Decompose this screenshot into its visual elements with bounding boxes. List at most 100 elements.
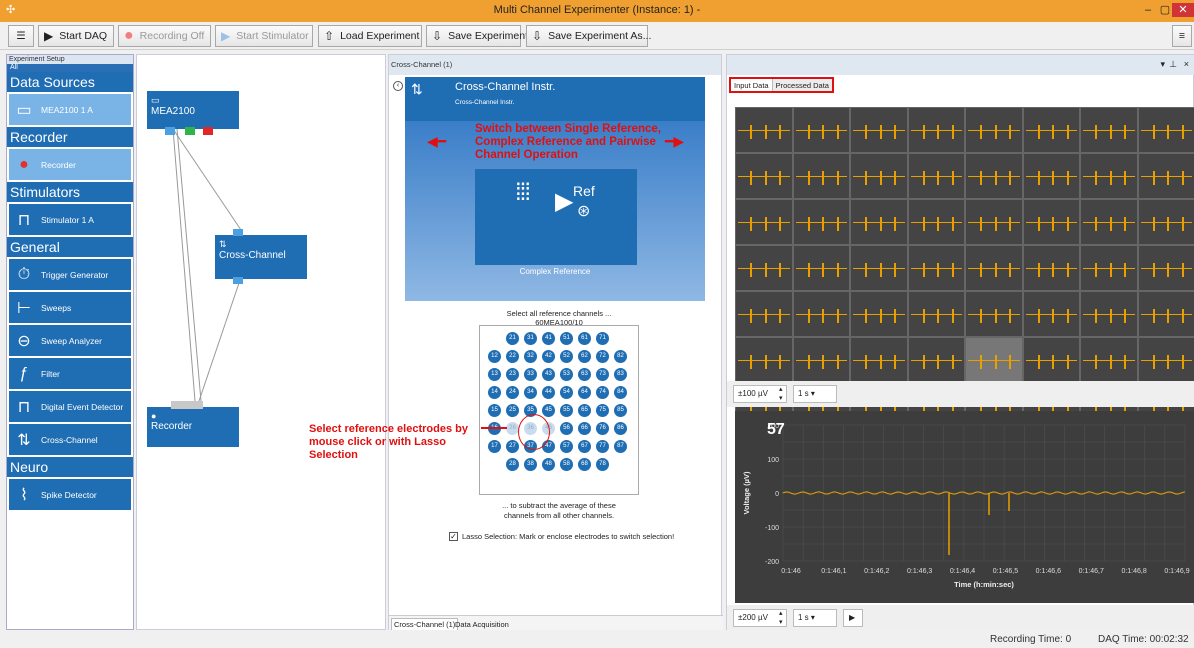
channel-cell[interactable]: [792, 199, 850, 245]
electrode-22[interactable]: 22: [506, 350, 519, 363]
options-button[interactable]: ≡: [1172, 25, 1192, 47]
electrode-38[interactable]: 38: [524, 458, 537, 471]
electrode-57[interactable]: 57: [560, 440, 573, 453]
channel-cell[interactable]: [1137, 107, 1194, 153]
electrode-66[interactable]: 66: [578, 422, 591, 435]
electrode-61[interactable]: 61: [578, 332, 591, 345]
electrode-82[interactable]: 82: [614, 350, 627, 363]
electrode-67[interactable]: 67: [578, 440, 591, 453]
electrode-13[interactable]: 13: [488, 368, 501, 381]
spinner-icon[interactable]: ▴ ▾: [779, 385, 783, 403]
time-top-select[interactable]: 1 s ▾: [793, 385, 837, 403]
channel-cell[interactable]: [907, 153, 965, 199]
electrode-42[interactable]: 42: [542, 350, 555, 363]
play-button[interactable]: ▶: [843, 609, 863, 627]
channel-cell[interactable]: [850, 337, 908, 383]
lasso-checkbox[interactable]: ✓ Lasso Selection: Mark or enclose elect…: [449, 532, 719, 541]
electrode-53[interactable]: 53: [560, 368, 573, 381]
electrode-78[interactable]: 78: [596, 458, 609, 471]
channel-cell[interactable]: [965, 291, 1023, 337]
channel-cell[interactable]: [850, 107, 908, 153]
load-experiment-button[interactable]: ⇧ Load Experiment: [318, 25, 422, 47]
electrode-64[interactable]: 64: [578, 386, 591, 399]
channel-cell[interactable]: [1137, 199, 1194, 245]
electrode-84[interactable]: 84: [614, 386, 627, 399]
channel-cell[interactable]: [1022, 107, 1080, 153]
start-stimulator-button[interactable]: ▶ Start Stimulator: [215, 25, 313, 47]
electrode-87[interactable]: 87: [614, 440, 627, 453]
channel-cell[interactable]: [907, 199, 965, 245]
tab-data-acquisition[interactable]: Data Acquisition: [453, 619, 511, 630]
channel-cell[interactable]: [907, 337, 965, 383]
item-stimulator[interactable]: ⊓ Stimulator 1 A: [9, 204, 131, 235]
channel-cell[interactable]: [850, 291, 908, 337]
maximize-icon[interactable]: ▢: [1157, 3, 1173, 17]
electrode-54[interactable]: 54: [560, 386, 573, 399]
channel-cell[interactable]: [792, 107, 850, 153]
electrode-52[interactable]: 52: [560, 350, 573, 363]
channel-cell[interactable]: [735, 153, 793, 199]
recorder-input[interactable]: [171, 401, 203, 409]
minimize-icon[interactable]: –: [1140, 3, 1156, 17]
electrode-72[interactable]: 72: [596, 350, 609, 363]
reference-mode-graphic[interactable]: Switch between Single Reference, Complex…: [405, 121, 705, 301]
electrode-58[interactable]: 58: [560, 458, 573, 471]
dropdown-icon[interactable]: ▾: [1160, 59, 1165, 70]
electrode-34[interactable]: 34: [524, 386, 537, 399]
channel-cell[interactable]: [1080, 199, 1138, 245]
channel-cell[interactable]: [965, 153, 1023, 199]
electrode-56[interactable]: 56: [560, 422, 573, 435]
item-sweeps[interactable]: ⊢ Sweeps: [9, 292, 131, 323]
electrode-76[interactable]: 76: [596, 422, 609, 435]
filter-all[interactable]: All: [7, 64, 133, 72]
channel-cell[interactable]: [1080, 153, 1138, 199]
electrode-83[interactable]: 83: [614, 368, 627, 381]
electrode-14[interactable]: 14: [488, 386, 501, 399]
channel-cell[interactable]: [850, 199, 908, 245]
electrode-51[interactable]: 51: [560, 332, 573, 345]
port-data[interactable]: [165, 127, 175, 135]
channel-cell[interactable]: [792, 245, 850, 291]
electrode-41[interactable]: 41: [542, 332, 555, 345]
electrode-55[interactable]: 55: [560, 404, 573, 417]
channel-cell[interactable]: [1022, 245, 1080, 291]
close-icon[interactable]: ✕: [1172, 3, 1194, 17]
item-cross-channel[interactable]: ⇅ Cross-Channel: [9, 424, 131, 455]
channel-cell[interactable]: [965, 107, 1023, 153]
channel-cell[interactable]: [850, 153, 908, 199]
electrode-86[interactable]: 86: [614, 422, 627, 435]
channel-cell[interactable]: [1022, 291, 1080, 337]
channel-cell[interactable]: [1137, 337, 1194, 383]
electrode-43[interactable]: 43: [542, 368, 555, 381]
item-mea2100[interactable]: ▭ MEA2100 1 A: [9, 94, 131, 125]
channel-cell[interactable]: [850, 245, 908, 291]
channel-cell[interactable]: [1137, 291, 1194, 337]
node-mea2100[interactable]: ▭ MEA2100: [147, 91, 239, 129]
electrode-21[interactable]: 21: [506, 332, 519, 345]
electrode-27[interactable]: 27: [506, 440, 519, 453]
node-cross-channel[interactable]: ⇅ Cross-Channel: [215, 235, 307, 279]
channel-cell[interactable]: [792, 291, 850, 337]
electrode-74[interactable]: 74: [596, 386, 609, 399]
electrode-33[interactable]: 33: [524, 368, 537, 381]
electrode-68[interactable]: 68: [578, 458, 591, 471]
channel-cell[interactable]: [1080, 107, 1138, 153]
electrode-28[interactable]: 28: [506, 458, 519, 471]
channel-cell[interactable]: [1080, 337, 1138, 383]
channel-cell[interactable]: [965, 199, 1023, 245]
channel-cell[interactable]: [965, 245, 1023, 291]
electrode-62[interactable]: 62: [578, 350, 591, 363]
channel-cell[interactable]: [1137, 153, 1194, 199]
electrode-71[interactable]: 71: [596, 332, 609, 345]
item-digital-event-detector[interactable]: ⊓ Digital Event Detector: [9, 391, 131, 422]
channel-cell[interactable]: [1080, 245, 1138, 291]
item-sweep-analyzer[interactable]: ⊖ Sweep Analyzer: [9, 325, 131, 356]
channel-detail-plot[interactable]: 200 100 0 -100 -200 0:1:46 0:1:46,1 0:1:46,2 0:1…: [735, 411, 1194, 603]
channel-cell[interactable]: [792, 337, 850, 383]
electrode-15[interactable]: 15: [488, 404, 501, 417]
item-spike-detector[interactable]: ⌇ Spike Detector: [9, 479, 131, 510]
channel-cell[interactable]: [735, 337, 793, 383]
channel-cell[interactable]: [792, 153, 850, 199]
electrode-85[interactable]: 85: [614, 404, 627, 417]
channel-cell[interactable]: [1080, 291, 1138, 337]
